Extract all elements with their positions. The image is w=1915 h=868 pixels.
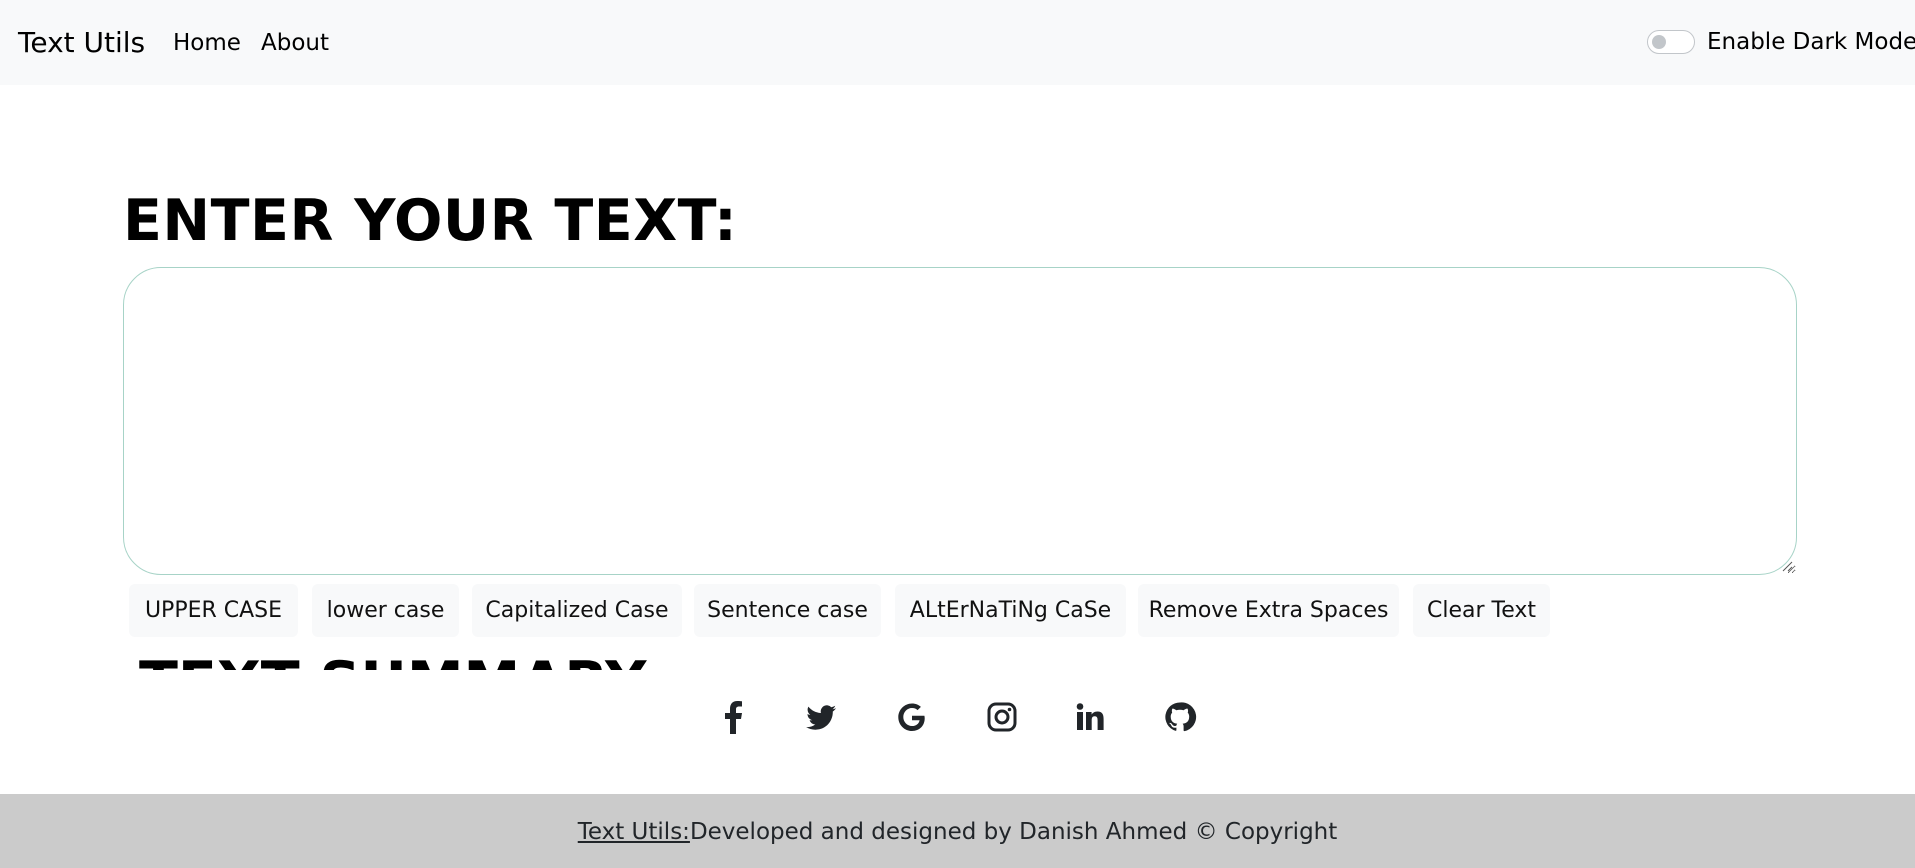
footer-text-line: Text Utils:Developed and designed by Dan…	[0, 816, 1915, 848]
github-icon[interactable]	[1163, 700, 1197, 734]
navbar: Text Utils Home About Enable Dark Mode	[0, 0, 1915, 85]
linkedin-icon[interactable]	[1073, 700, 1107, 734]
uppercase-button[interactable]: UPPER CASE	[129, 584, 298, 637]
summary-heading: TEXT SUMMARY	[139, 648, 646, 670]
instagram-icon[interactable]	[985, 700, 1019, 734]
page-heading: ENTER YOUR TEXT:	[123, 188, 738, 254]
text-input[interactable]	[123, 267, 1797, 575]
footer-brand-link[interactable]: Text Utils:	[578, 819, 690, 845]
summary-heading-container: TEXT SUMMARY	[139, 648, 839, 670]
dark-mode-toggle[interactable]	[1647, 30, 1695, 54]
clear-text-button[interactable]: Clear Text	[1413, 584, 1550, 637]
alternating-case-button[interactable]: ALtErNaTiNg CaSe	[895, 584, 1126, 637]
sentence-case-button[interactable]: Sentence case	[694, 584, 881, 637]
nav-link-about[interactable]: About	[261, 27, 329, 59]
footer-credit-text: Developed and designed by Danish Ahmed ©…	[689, 819, 1338, 845]
twitter-icon[interactable]	[804, 700, 838, 734]
resize-handle-icon[interactable]	[1781, 560, 1793, 572]
footer: Text Utils:Developed and designed by Dan…	[0, 794, 1915, 868]
capitalized-case-button[interactable]: Capitalized Case	[472, 584, 682, 637]
google-icon[interactable]	[895, 700, 929, 734]
lowercase-button[interactable]: lower case	[312, 584, 459, 637]
nav-link-home[interactable]: Home	[173, 27, 241, 59]
toggle-knob	[1652, 35, 1666, 49]
dark-mode-label[interactable]: Enable Dark Mode	[1707, 25, 1915, 59]
facebook-icon[interactable]	[717, 700, 751, 734]
remove-extra-spaces-button[interactable]: Remove Extra Spaces	[1138, 584, 1399, 637]
brand-link[interactable]: Text Utils	[18, 23, 145, 63]
